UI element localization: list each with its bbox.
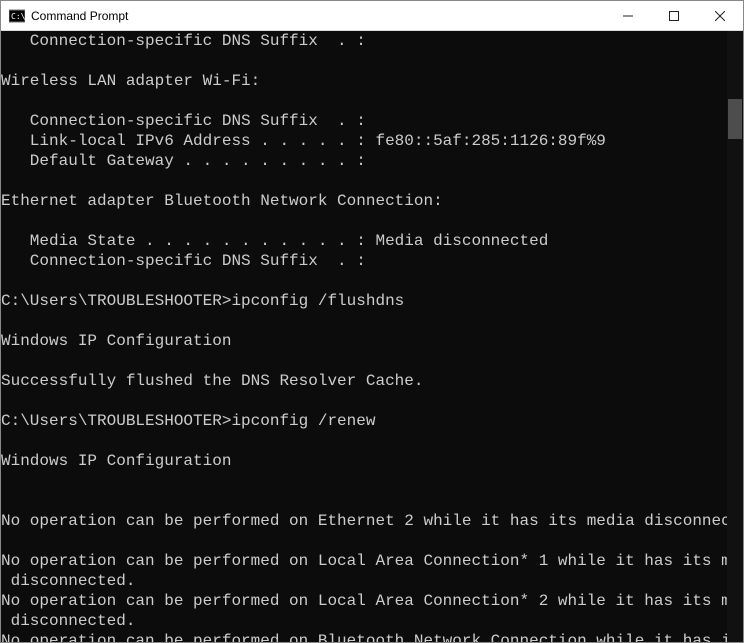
window-title: Command Prompt	[31, 9, 605, 23]
scrollbar-thumb[interactable]	[728, 99, 742, 139]
app-icon: C:\	[9, 8, 25, 24]
terminal-output[interactable]: Connection-specific DNS Suffix . : Wirel…	[1, 31, 727, 642]
terminal-area: Connection-specific DNS Suffix . : Wirel…	[1, 31, 743, 642]
window-controls	[605, 1, 743, 30]
svg-text:C:\: C:\	[11, 12, 25, 21]
minimize-button[interactable]	[605, 1, 651, 30]
vertical-scrollbar[interactable]	[727, 31, 743, 642]
maximize-button[interactable]	[651, 1, 697, 30]
close-button[interactable]	[697, 1, 743, 30]
window-titlebar[interactable]: C:\ Command Prompt	[1, 1, 743, 31]
